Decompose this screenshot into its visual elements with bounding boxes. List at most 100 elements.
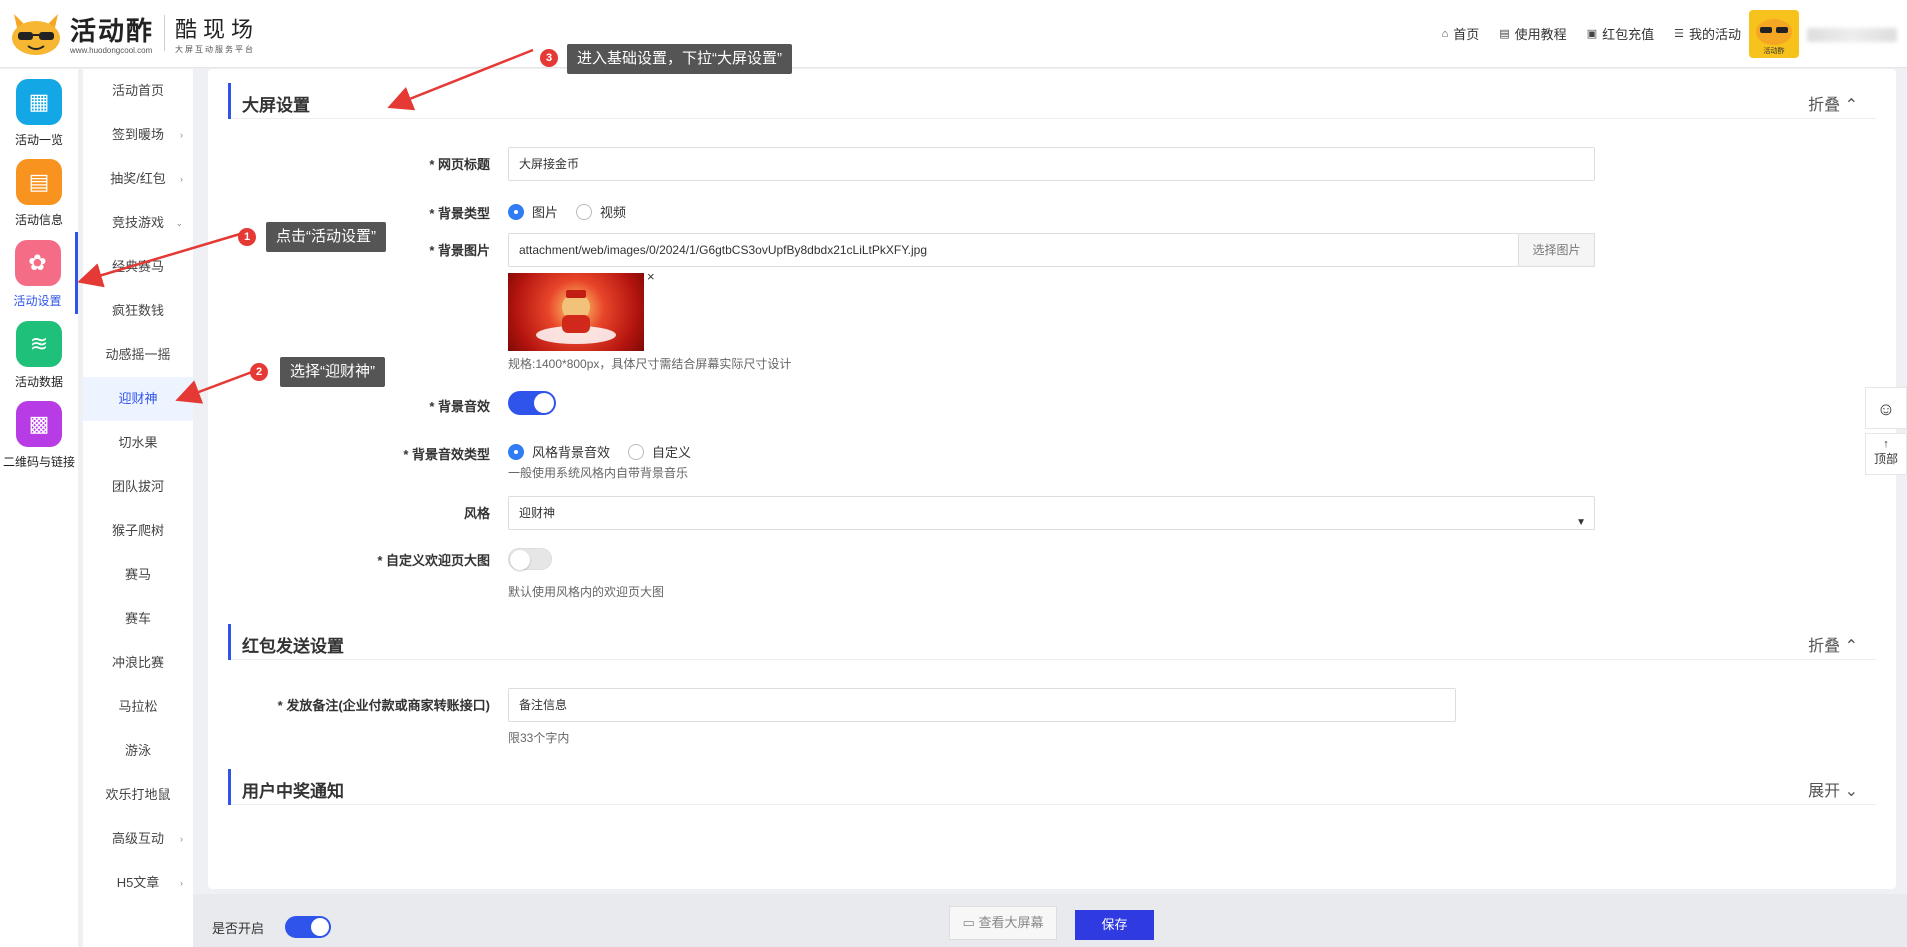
bottom-action-bar: 是否开启 ▭ 查看大屏幕 保存 bbox=[193, 894, 1907, 947]
avatar-label: 活动酢 bbox=[1763, 48, 1785, 55]
submenu-item-games[interactable]: 竞技游戏 ⌄ bbox=[83, 201, 193, 245]
save-button[interactable]: 保存 bbox=[1075, 910, 1154, 940]
bg-image-thumbnail bbox=[508, 273, 644, 351]
page-title-label: * 网页标题 bbox=[429, 157, 490, 172]
remark-input[interactable]: 备注信息 bbox=[508, 688, 1456, 722]
welcome-image-label: * 自定义欢迎页大图 bbox=[377, 553, 490, 568]
top-header: 活动酢 www.huodongcool.com 酷现场 大屏互动服务平台 ⌂ 首… bbox=[0, 0, 1907, 68]
cat-mascot-icon bbox=[8, 10, 64, 56]
submenu-item-shake[interactable]: 动感摇一摇 bbox=[83, 333, 193, 377]
annotation-badge-2: 2 bbox=[250, 363, 268, 381]
enabled-toggle[interactable] bbox=[285, 916, 331, 938]
sidebar-item-qrcode[interactable]: ▩ 二维码与链接 bbox=[0, 401, 78, 481]
secondary-menu: 活动首页 签到暖场 › 抽奖/红包 › 竞技游戏 ⌄ 经典赛马 疯狂数钱 动感摇一摇 … bbox=[83, 69, 193, 947]
sidebar-item-settings[interactable]: ✿ 活动设置 bbox=[0, 232, 78, 314]
submenu-item-car[interactable]: 赛车 bbox=[83, 597, 193, 641]
submenu-item-checkin[interactable]: 签到暖场 › bbox=[83, 113, 193, 157]
nav-recharge[interactable]: ▣ 红包充值 bbox=[1587, 24, 1654, 43]
section-redpacket-toggle[interactable]: 折叠 ⌃ bbox=[1808, 632, 1858, 656]
style-label: 风格 bbox=[463, 506, 490, 521]
chevron-right-icon: › bbox=[180, 130, 183, 140]
submenu-item-advanced[interactable]: 高级互动 › bbox=[83, 817, 193, 861]
logo-divider bbox=[164, 15, 166, 51]
submenu-item-whack-mole[interactable]: 欢乐打地鼠 bbox=[83, 773, 193, 817]
select-image-button[interactable]: 选择图片 bbox=[1519, 233, 1595, 267]
bg-image-path-input[interactable]: attachment/web/images/0/2024/1/G6gtbCS3o… bbox=[508, 233, 1519, 267]
bg-sound-custom-option[interactable]: 自定义 bbox=[628, 442, 691, 461]
book-icon: ▤ bbox=[1499, 28, 1510, 40]
nav-my-activities-label: 我的活动 bbox=[1688, 27, 1741, 42]
submenu-item-h5[interactable]: H5文章 › bbox=[83, 861, 193, 905]
submenu-item-marathon[interactable]: 马拉松 bbox=[83, 685, 193, 729]
bg-image-hint: 规格:1400*800px，具体尺寸需结合屏幕实际尺寸设计 bbox=[508, 357, 792, 371]
submenu-item-surf[interactable]: 冲浪比赛 bbox=[83, 641, 193, 685]
section-notify-toggle[interactable]: 展开 ⌄ bbox=[1808, 777, 1858, 801]
avatar[interactable]: 活动酢 bbox=[1749, 10, 1799, 58]
remark-label: * 发放备注(企业付款或商家转账接口) bbox=[277, 698, 490, 713]
qq-icon[interactable]: ☺ bbox=[1865, 387, 1907, 429]
username-blurred[interactable] bbox=[1807, 28, 1897, 42]
toggle-knob bbox=[311, 918, 329, 936]
submenu-item-count-money[interactable]: 疯狂数钱 bbox=[83, 289, 193, 333]
nav-home[interactable]: ⌂ 首页 bbox=[1442, 24, 1480, 43]
nav-my-activities[interactable]: ☰ 我的活动 bbox=[1674, 24, 1741, 43]
submenu-item-classic-horse[interactable]: 经典赛马 bbox=[83, 245, 193, 289]
nav-tutorial[interactable]: ▤ 使用教程 bbox=[1499, 24, 1566, 43]
preview-screen-button[interactable]: ▭ 查看大屏幕 bbox=[949, 906, 1057, 940]
nav-tutorial-label: 使用教程 bbox=[1514, 27, 1567, 42]
submenu-item-monkey[interactable]: 猴子爬树 bbox=[83, 509, 193, 553]
sidebar-item-activities[interactable]: ▦ 活动一览 bbox=[0, 79, 78, 159]
welcome-image-toggle[interactable] bbox=[508, 548, 552, 570]
qrcode-icon: ▩ bbox=[16, 401, 62, 447]
toggle-knob bbox=[534, 393, 554, 413]
remark-hint: 限33个字内 bbox=[508, 731, 570, 745]
submenu-item-home[interactable]: 活动首页 bbox=[83, 69, 193, 113]
sidebar-item-label: 活动信息 bbox=[14, 213, 63, 227]
chevron-right-icon: › bbox=[180, 878, 183, 888]
toggle-knob bbox=[510, 550, 530, 570]
wallet-icon: ▣ bbox=[1586, 28, 1598, 40]
submenu-item-tug-of-war[interactable]: 团队拔河 bbox=[83, 465, 193, 509]
submenu-item-lottery[interactable]: 抽奖/红包 › bbox=[83, 157, 193, 201]
section-redpacket-title: 红包发送设置 bbox=[242, 637, 344, 656]
bg-type-video-option[interactable]: 视频 bbox=[576, 202, 626, 221]
radio-checked-icon bbox=[508, 443, 524, 460]
annotation-callout-1: 点击“活动设置” bbox=[266, 222, 386, 252]
bg-sound-type-label: * 背景音效类型 bbox=[403, 447, 490, 462]
section-accent-bar bbox=[228, 83, 231, 119]
bg-sound-hint: 一般使用系统风格内自带背景音乐 bbox=[508, 466, 689, 480]
brand-logo[interactable]: 活动酢 www.huodongcool.com 酷现场 大屏互动服务平台 bbox=[8, 10, 259, 56]
submenu-item-fruit[interactable]: 切水果 bbox=[83, 421, 193, 465]
submenu-item-god-of-wealth[interactable]: 迎财神 bbox=[83, 377, 193, 421]
database-icon: ≋ bbox=[16, 321, 62, 367]
bg-sound-toggle[interactable] bbox=[508, 391, 556, 415]
page-title-input[interactable]: 大屏接金币 bbox=[508, 147, 1595, 181]
chevron-right-icon: › bbox=[180, 834, 183, 844]
welcome-image-hint: 默认使用风格内的欢迎页大图 bbox=[508, 585, 665, 599]
submenu-item-swim[interactable]: 游泳 bbox=[83, 729, 193, 773]
annotation-badge-3: 3 bbox=[540, 49, 558, 67]
style-select[interactable]: 迎财神 ▼ bbox=[508, 496, 1595, 530]
close-icon[interactable]: × bbox=[647, 269, 655, 284]
bg-type-image-option[interactable]: 图片 bbox=[508, 202, 558, 221]
style-select-value: 迎财神 bbox=[519, 506, 556, 520]
radio-unchecked-icon bbox=[576, 203, 593, 220]
sidebar-item-data[interactable]: ≋ 活动数据 bbox=[0, 321, 78, 401]
submenu-item-horse[interactable]: 赛马 bbox=[83, 553, 193, 597]
logo-sub-title: 酷现场 bbox=[175, 16, 260, 42]
bg-type-label: * 背景类型 bbox=[429, 206, 490, 221]
sidebar-item-info[interactable]: ▤ 活动信息 bbox=[0, 159, 78, 239]
bg-sound-style-option[interactable]: 风格背景音效 bbox=[508, 442, 610, 461]
chevron-down-icon: ⌄ bbox=[175, 218, 183, 228]
back-to-top-label: 顶部 bbox=[1873, 452, 1898, 466]
back-to-top-button[interactable]: ↑ 顶部 bbox=[1865, 433, 1907, 475]
bg-sound-type-radio-group: 风格背景音效 自定义 bbox=[508, 442, 709, 461]
annotation-callout-3: 进入基础设置，下拉“大屏设置” bbox=[567, 44, 792, 74]
bg-sound-label: * 背景音效 bbox=[429, 399, 490, 414]
section-notify-title: 用户中奖通知 bbox=[242, 782, 344, 801]
radio-unchecked-icon bbox=[628, 443, 645, 460]
home-icon: ⌂ bbox=[1441, 27, 1449, 40]
section-screen-toggle[interactable]: 折叠 ⌃ bbox=[1808, 91, 1858, 115]
sidebar-item-label: 活动数据 bbox=[14, 375, 63, 389]
sidebar-item-label: 活动设置 bbox=[13, 294, 62, 308]
